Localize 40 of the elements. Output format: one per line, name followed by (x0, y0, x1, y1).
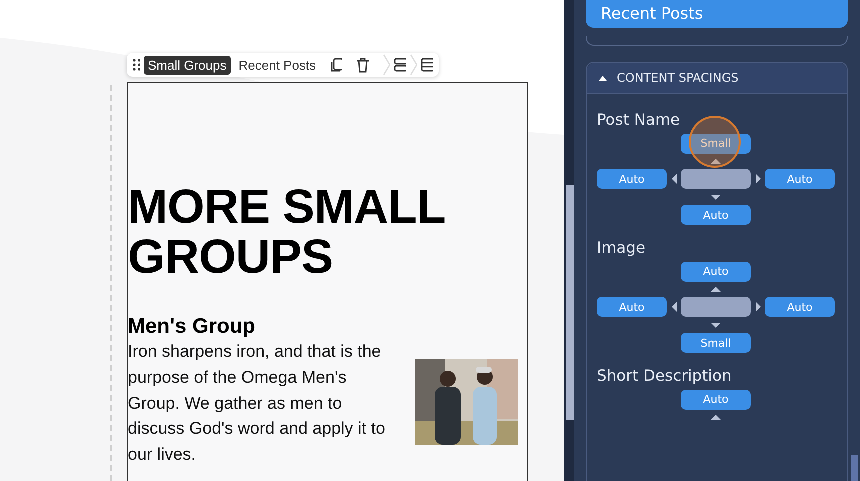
spacing-value-button[interactable]: Auto (681, 205, 751, 225)
arrow-down-icon (711, 194, 721, 200)
arrow-right-icon (756, 302, 760, 312)
arrow-down-icon (711, 322, 721, 328)
spacing-value-button[interactable]: Small (681, 333, 751, 353)
drag-handle-icon[interactable] (133, 59, 140, 71)
post-description: Iron sharpens iron, and that is the purpose of the Omega Men's Group. We gather as men to discuss God's word and apply it to our lives. (128, 341, 386, 466)
arrow-left-icon (672, 302, 676, 312)
scrollbar-thumb[interactable] (851, 455, 858, 481)
recent-posts-button[interactable]: Recent Posts (586, 0, 848, 28)
section-title: CONTENT SPACINGS (617, 71, 739, 85)
arrow-up-icon (711, 158, 721, 164)
element-preview (681, 297, 751, 317)
element-preview (681, 169, 751, 189)
group-label: Short Description (597, 367, 733, 385)
arrow-left-icon (672, 174, 676, 184)
spacing-value-button[interactable]: Auto (597, 169, 667, 189)
spacing-value-button[interactable]: Auto (681, 262, 751, 282)
spacing-value-button[interactable]: Small (681, 134, 751, 154)
rows-icon[interactable] (394, 58, 406, 72)
breadcrumb-tab[interactable]: Small Groups (144, 56, 231, 74)
breadcrumb-tab[interactable]: Recent Posts (234, 56, 320, 74)
spacing-value-button[interactable]: Auto (681, 390, 751, 410)
spacing-value-button[interactable]: Auto (765, 169, 835, 189)
arrow-right-icon (756, 174, 760, 184)
section-header[interactable]: CONTENT SPACINGS (587, 63, 847, 94)
layout-icon[interactable] (420, 58, 433, 72)
duplicate-icon[interactable] (330, 58, 342, 72)
spacing-value-button[interactable]: Auto (765, 297, 835, 317)
arrow-up-icon (711, 414, 721, 420)
section-heading: MORE SMALL GROUPS (128, 183, 446, 283)
post-title: Men's Group (128, 315, 256, 339)
scrollbar-thumb[interactable] (566, 185, 574, 420)
chevron-icon (382, 54, 390, 76)
spacing-value-button[interactable]: Auto (597, 297, 667, 317)
group-label: Image (597, 239, 647, 257)
arrow-up-icon (711, 286, 721, 292)
group-label: Post Name (597, 111, 682, 129)
chevron-icon (410, 54, 417, 76)
delete-icon[interactable] (356, 58, 369, 72)
